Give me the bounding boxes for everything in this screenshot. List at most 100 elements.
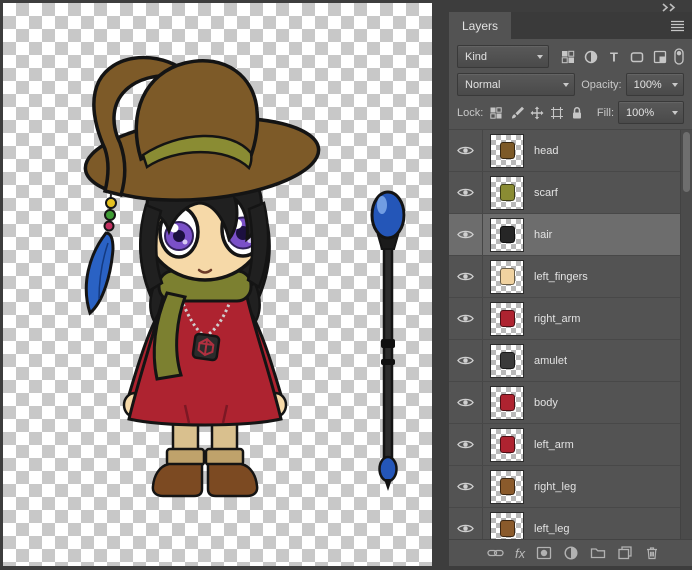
amulet [191, 332, 221, 362]
filter-smart-object-icon[interactable] [652, 49, 668, 65]
blend-row: Normal Opacity: 100% [457, 73, 684, 96]
blend-mode-select[interactable]: Normal [457, 73, 576, 96]
layers-scrollbar[interactable] [680, 130, 692, 539]
character [83, 55, 321, 498]
eye-icon [457, 398, 474, 407]
opacity-label: Opacity: [581, 78, 622, 91]
eye-icon [457, 314, 474, 323]
layer-row-right_arm[interactable]: right_arm [449, 298, 681, 340]
filter-toggle[interactable] [674, 48, 684, 65]
layer-thumb-sprite [499, 184, 515, 201]
layer-thumbnail[interactable] [490, 469, 524, 504]
layer-row-left_arm[interactable]: left_arm [449, 424, 681, 466]
scrollbar-thumb[interactable] [683, 132, 690, 192]
lock-transparent-icon[interactable] [489, 106, 503, 120]
visibility-toggle[interactable] [449, 424, 483, 465]
mask-icon [536, 546, 552, 560]
kind-filter-select[interactable]: Kind [457, 45, 549, 68]
layer-row-left_leg[interactable]: left_leg [449, 508, 681, 539]
layer-name: left_leg [534, 522, 570, 535]
visibility-toggle[interactable] [449, 382, 483, 423]
fx-icon: fx [515, 545, 526, 561]
panel-menu-icon[interactable] [663, 12, 692, 39]
layers-panel: Layers Kind T Normal Opacity: 100% Lock:… [449, 12, 692, 566]
link-layers-button[interactable] [487, 545, 504, 561]
layer-thumb-sprite [499, 310, 515, 327]
layer-row-body[interactable]: body [449, 382, 681, 424]
filter-pixel-icon[interactable] [560, 49, 576, 65]
visibility-toggle[interactable] [449, 298, 483, 339]
link-icon [487, 549, 504, 557]
lock-artboard-icon[interactable] [550, 106, 564, 120]
filter-type-icon[interactable]: T [606, 49, 622, 65]
layer-thumb-sprite [499, 520, 515, 537]
lock-move-icon[interactable] [530, 106, 544, 120]
layer-row-head[interactable]: head [449, 130, 681, 172]
layer-row-amulet[interactable]: amulet [449, 340, 681, 382]
adjustment-icon [564, 546, 578, 560]
layer-thumbnail[interactable] [490, 133, 524, 168]
bead-green [104, 209, 116, 221]
layer-thumb-sprite [499, 226, 515, 243]
canvas[interactable] [3, 3, 432, 566]
layer-effects-button[interactable]: fx [515, 547, 525, 560]
lock-label: Lock: [457, 106, 484, 119]
trash-icon [647, 547, 658, 560]
layer-list: head scarf hair left_fingers right_arm a… [449, 130, 681, 539]
new-layer-icon [618, 546, 632, 560]
chevron-down-icon [563, 82, 570, 87]
visibility-toggle[interactable] [449, 340, 483, 381]
layer-row-scarf[interactable]: scarf [449, 172, 681, 214]
visibility-toggle[interactable] [449, 214, 483, 255]
eye-icon [457, 356, 474, 365]
eye-icon [457, 440, 474, 449]
layer-row-hair[interactable]: hair [449, 214, 681, 256]
folder-icon [590, 548, 606, 559]
visibility-toggle[interactable] [449, 508, 483, 539]
eye-icon [457, 482, 474, 491]
lock-all-icon[interactable] [570, 106, 584, 120]
right-boot [206, 462, 259, 498]
layer-thumbnail[interactable] [490, 427, 524, 462]
layer-name: amulet [534, 354, 568, 367]
blend-mode-value: Normal [465, 78, 501, 91]
filter-adjustment-icon[interactable] [583, 49, 599, 65]
filter-shape-icon[interactable] [629, 49, 645, 65]
layer-name: scarf [534, 186, 558, 199]
layer-thumbnail[interactable] [490, 511, 524, 539]
layer-thumbnail[interactable] [490, 175, 524, 210]
visibility-toggle[interactable] [449, 172, 483, 213]
new-group-button[interactable] [590, 545, 606, 561]
eye-icon [457, 146, 474, 155]
layer-thumb-sprite [499, 268, 515, 285]
chevron-down-icon [672, 82, 678, 87]
layers-bottom-bar: fx [449, 539, 692, 566]
layer-thumbnail[interactable] [490, 259, 524, 294]
layer-thumb-sprite [499, 394, 515, 411]
lock-brush-icon[interactable] [509, 106, 525, 120]
visibility-toggle[interactable] [449, 466, 483, 507]
visibility-toggle[interactable] [449, 256, 483, 297]
layer-thumbnail[interactable] [490, 217, 524, 252]
chevron-down-icon [537, 54, 543, 59]
fill-value: 100% [626, 106, 655, 119]
fill-select[interactable]: 100% [618, 101, 684, 124]
new-layer-button[interactable] [617, 545, 633, 561]
add-mask-button[interactable] [536, 545, 552, 561]
tab-layers[interactable]: Layers [449, 12, 512, 39]
adjustment-layer-button[interactable] [563, 545, 579, 561]
layer-row-left_fingers[interactable]: left_fingers [449, 256, 681, 298]
layer-name: body [534, 396, 558, 409]
opacity-select[interactable]: 100% [625, 73, 684, 96]
panel-tab-bar: Layers [449, 12, 692, 39]
layer-thumbnail[interactable] [490, 301, 524, 336]
layer-thumbnail[interactable] [490, 343, 524, 378]
layer-thumb-sprite [499, 142, 515, 159]
layer-row-right_leg[interactable]: right_leg [449, 466, 681, 508]
svg-text:T: T [610, 49, 618, 64]
layer-thumbnail[interactable] [490, 385, 524, 420]
layer-list-area: head scarf hair left_fingers right_arm a… [449, 129, 692, 539]
delete-layer-button[interactable] [644, 545, 660, 561]
filter-row: Kind T [457, 45, 684, 68]
visibility-toggle[interactable] [449, 130, 483, 171]
